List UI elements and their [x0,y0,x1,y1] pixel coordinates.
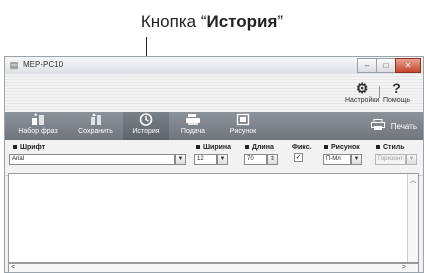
scroll-left-icon[interactable]: < [11,264,15,272]
style-label: Стиль [376,144,405,151]
picture-button[interactable]: Рисунок [217,112,269,140]
phrase-set-icon [8,113,68,127]
width-label: Ширина [196,144,231,151]
phrase-set-button[interactable]: Набор фраз [8,112,68,140]
print-label: Печать [390,121,417,131]
scroll-right-icon[interactable]: > [402,264,406,272]
callout-caption: Кнопка “История” [0,12,424,32]
feed-button[interactable]: Подача [169,112,217,140]
fixed-checkbox[interactable]: ✓ [294,153,303,162]
feed-label: Подача [180,128,206,135]
text-settings-panel: Шрифт Arial ▼ Ширина 12 ▼ Длина 70 ⇕ Фик… [5,140,423,176]
help-label: Помощь [383,97,411,104]
ribbon-toolbar: Набор фраз Сохранить История Подача Рису… [5,112,423,140]
window-controls: – □ ✕ [357,58,421,73]
style-select[interactable]: Горизонт [375,154,406,165]
callout-bold: История [206,12,278,31]
save-icon [68,113,123,127]
history-label: История [132,128,160,135]
picture-label: Рисунок [229,128,257,135]
width-select[interactable]: 12 [194,154,217,165]
print-button[interactable]: Печать [370,118,417,134]
question-icon: ? [392,80,401,96]
vertical-scrollbar[interactable]: ︿ [407,174,418,262]
history-clock-icon [123,113,169,127]
pattern-label: Рисунок [324,144,360,151]
length-input[interactable]: 70 [244,154,267,165]
callout-suffix: ” [277,12,284,31]
maximize-button[interactable]: □ [376,58,396,73]
pattern-dropdown-arrow[interactable]: ▼ [351,154,362,165]
font-select[interactable]: Arial [9,154,175,165]
save-button[interactable]: Сохранить [68,112,123,140]
help-button[interactable]: ? Помощь [383,80,410,104]
text-editor-area[interactable]: ︿ [8,173,419,263]
pattern-select[interactable]: П-Мл [323,154,351,165]
phrase-set-label: Набор фраз [18,128,58,135]
printer-icon [370,118,385,134]
toolbar-divider [379,86,380,98]
app-window: ▤ MEP-PC10 – □ ✕ ⚙ Настройки ? Помощь На… [4,56,424,273]
minimize-button[interactable]: – [357,58,377,73]
window-title: MEP-PC10 [23,60,64,69]
top-toolbar: ⚙ Настройки ? Помощь [5,74,423,112]
title-bar: ▤ MEP-PC10 – □ ✕ [5,57,423,75]
gear-icon: ⚙ [355,80,369,96]
horizontal-scrollbar[interactable]: < > [8,263,419,272]
settings-label: Настройки [345,97,380,104]
close-button[interactable]: ✕ [395,58,421,73]
history-button[interactable]: История [123,112,169,140]
app-icon: ▤ [9,60,19,70]
picture-icon [217,113,269,127]
length-stepper[interactable]: ⇕ [267,154,278,165]
settings-button[interactable]: ⚙ Настройки [345,80,379,104]
feed-icon [169,113,217,127]
scroll-up-icon[interactable]: ︿ [408,175,418,185]
length-label: Длина [245,144,274,151]
fixed-label: Фикс. [292,144,312,151]
save-label: Сохранить [78,128,113,135]
font-label: Шрифт [13,144,45,151]
width-dropdown-arrow[interactable]: ▼ [217,154,228,165]
font-dropdown-arrow[interactable]: ▼ [175,154,186,165]
callout-prefix: Кнопка “ [140,12,207,31]
style-dropdown-arrow[interactable]: ▼ [406,154,417,165]
